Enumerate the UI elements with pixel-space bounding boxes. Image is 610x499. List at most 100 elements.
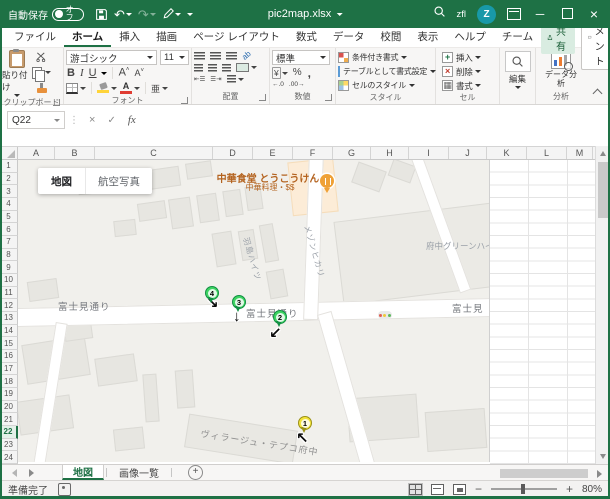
- close-button[interactable]: ×: [586, 7, 602, 21]
- restaurant-poi-pin[interactable]: [320, 174, 334, 193]
- row-header-23[interactable]: 23: [0, 438, 18, 452]
- format-cells-button[interactable]: ▦ 書式: [442, 79, 497, 92]
- map-image[interactable]: 地図 航空写真 中華食堂 とうこうけん 中華料理・$$ 富士見通り 富士見通り …: [18, 160, 490, 462]
- zoom-in-button[interactable]: +: [566, 483, 573, 495]
- map-marker-pin-3[interactable]: 3: [232, 295, 246, 312]
- column-header-A[interactable]: A: [18, 147, 55, 159]
- editing-button[interactable]: 編集: [504, 50, 531, 91]
- row-header-3[interactable]: 3: [0, 185, 18, 199]
- ribbon-tab-8[interactable]: 表示: [409, 28, 446, 47]
- column-header-M[interactable]: M: [567, 147, 593, 159]
- row-header-9[interactable]: 9: [0, 261, 18, 275]
- row-header-7[interactable]: 7: [0, 236, 18, 249]
- ribbon-tab-2[interactable]: 挿入: [111, 28, 148, 47]
- previous-sheet-arrow[interactable]: [12, 468, 17, 477]
- column-header-E[interactable]: E: [253, 147, 293, 159]
- decrease-decimal-button[interactable]: .00→: [289, 81, 305, 88]
- insert-function-button[interactable]: fx: [122, 114, 142, 126]
- row-header-24[interactable]: 24: [0, 451, 18, 464]
- merge-center-button[interactable]: [236, 63, 257, 72]
- comma-style-button[interactable]: ,: [307, 67, 312, 79]
- font-size-select[interactable]: 11: [160, 50, 189, 65]
- align-top-button[interactable]: [194, 51, 205, 60]
- decrease-font-button[interactable]: A˅: [133, 68, 145, 78]
- cell-styles-button[interactable]: セルのスタイル: [338, 79, 433, 92]
- user-avatar[interactable]: Z: [477, 4, 496, 24]
- ribbon-display-options-button[interactable]: [507, 8, 521, 20]
- underline-button[interactable]: U: [88, 67, 98, 79]
- zoom-level[interactable]: 80%: [582, 484, 602, 495]
- font-color-button[interactable]: A: [120, 82, 140, 94]
- map-view-button[interactable]: 地図: [38, 168, 85, 194]
- font-name-select[interactable]: 游ゴシック: [66, 50, 157, 65]
- collapse-ribbon-button[interactable]: [592, 88, 603, 99]
- ribbon-tab-10[interactable]: チーム: [494, 28, 541, 47]
- conditional-formatting-button[interactable]: 条件付き書式: [338, 51, 433, 64]
- column-header-B[interactable]: B: [55, 147, 95, 159]
- ribbon-tab-5[interactable]: 数式: [288, 28, 325, 47]
- column-header-G[interactable]: G: [333, 147, 371, 159]
- row-header-18[interactable]: 18: [0, 375, 18, 389]
- row-header-22[interactable]: 22: [0, 426, 18, 439]
- ribbon-tab-4[interactable]: ページ レイアウト: [185, 28, 288, 47]
- select-all-button[interactable]: [0, 147, 18, 159]
- percent-style-button[interactable]: %: [292, 68, 303, 78]
- ribbon-tab-7[interactable]: 校閲: [372, 28, 409, 47]
- row-header-5[interactable]: 5: [0, 210, 18, 224]
- ribbon-tab-0[interactable]: ファイル: [6, 28, 64, 47]
- column-header-K[interactable]: K: [487, 147, 527, 159]
- ribbon-tab-9[interactable]: ヘルプ: [446, 28, 494, 47]
- fill-color-button[interactable]: [97, 81, 117, 93]
- document-title[interactable]: pic2map.xlsx: [268, 8, 343, 20]
- page-break-view-button[interactable]: [452, 483, 466, 495]
- inking-button[interactable]: [162, 8, 181, 20]
- row-header-6[interactable]: 6: [0, 223, 18, 237]
- row-header-16[interactable]: 16: [0, 350, 18, 363]
- row-header-17[interactable]: 17: [0, 362, 18, 376]
- row-header-15[interactable]: 15: [0, 337, 18, 351]
- new-sheet-button[interactable]: +: [188, 465, 203, 480]
- column-header-L[interactable]: L: [527, 147, 567, 159]
- zoom-slider-thumb[interactable]: [520, 484, 525, 494]
- italic-button[interactable]: I: [79, 67, 85, 79]
- save-button[interactable]: [95, 8, 108, 21]
- data-analysis-button[interactable]: データ分析: [545, 50, 577, 91]
- font-dialog-launcher[interactable]: [181, 97, 188, 104]
- formula-bar-splitter[interactable]: ⋮: [69, 115, 79, 126]
- status-ready[interactable]: 準備完了: [0, 482, 48, 497]
- empty-cells[interactable]: [490, 160, 595, 464]
- align-middle-button[interactable]: [210, 51, 221, 60]
- satellite-view-button[interactable]: 航空写真: [86, 168, 152, 194]
- copy-button[interactable]: [32, 66, 51, 82]
- row-header-19[interactable]: 19: [0, 388, 18, 401]
- ribbon-tab-6[interactable]: データ: [325, 28, 373, 47]
- enter-button[interactable]: ✓: [101, 115, 121, 126]
- number-dialog-launcher[interactable]: [325, 94, 332, 101]
- delete-cells-button[interactable]: × 削除: [442, 65, 497, 78]
- format-as-table-button[interactable]: テーブルとして書式設定: [338, 65, 436, 78]
- orientation-button[interactable]: ab: [240, 49, 253, 62]
- row-header-8[interactable]: 8: [0, 248, 18, 262]
- ribbon-tab-3[interactable]: 描画: [148, 28, 185, 47]
- map-marker-pin-1[interactable]: 1: [298, 416, 312, 433]
- column-header-I[interactable]: I: [409, 147, 449, 159]
- insert-cells-button[interactable]: + 挿入: [442, 51, 497, 64]
- cut-button[interactable]: [32, 52, 51, 62]
- vertical-scroll-thumb[interactable]: [598, 162, 608, 218]
- alignment-dialog-launcher[interactable]: [259, 94, 266, 101]
- bold-button[interactable]: B: [66, 67, 76, 79]
- row-header-2[interactable]: 2: [0, 172, 18, 186]
- row-header-13[interactable]: 13: [0, 312, 18, 325]
- scroll-up-arrow[interactable]: [600, 151, 606, 156]
- align-left-button[interactable]: [194, 63, 203, 72]
- formula-input[interactable]: [142, 111, 594, 129]
- phonetic-guide-button[interactable]: 亜: [151, 82, 169, 95]
- paste-button[interactable]: 貼り付け: [2, 49, 32, 97]
- search-button[interactable]: [433, 5, 446, 23]
- page-layout-view-button[interactable]: [430, 483, 444, 495]
- row-header-10[interactable]: 10: [0, 274, 18, 287]
- increase-indent-button[interactable]: ☰⇥: [210, 75, 221, 83]
- column-header-D[interactable]: D: [213, 147, 253, 159]
- map-marker-pin-2[interactable]: 2: [273, 310, 287, 327]
- row-header-1[interactable]: 1: [0, 160, 18, 173]
